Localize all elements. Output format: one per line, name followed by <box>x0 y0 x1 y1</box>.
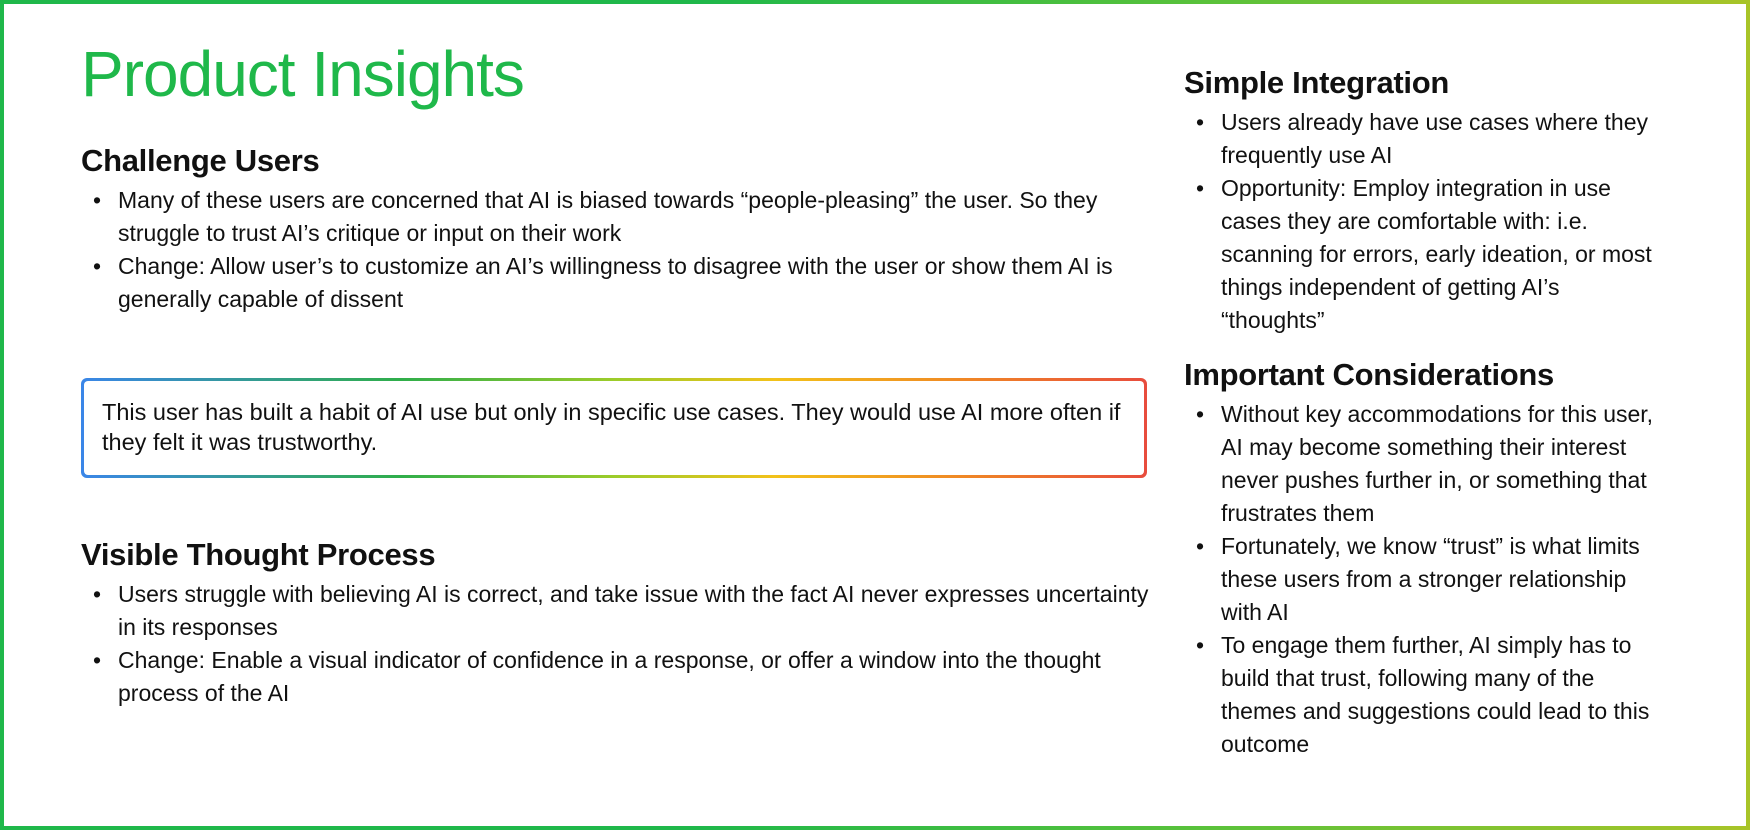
list-item: To engage them further, AI simply has to… <box>1196 629 1664 761</box>
list-item: Change: Enable a visual indicator of con… <box>93 644 1151 710</box>
slide-frame: Product Insights Challenge Users Many of… <box>0 0 1750 830</box>
list-item: Users struggle with believing AI is corr… <box>93 578 1151 644</box>
section-heading: Visible Thought Process <box>81 537 436 572</box>
list-item: Many of these users are concerned that A… <box>93 184 1151 250</box>
bullet-list: Many of these users are concerned that A… <box>81 184 1151 316</box>
section-simple-integration: Simple Integration Users already have us… <box>1184 64 1664 337</box>
list-item: Change: Allow user’s to customize an AI’… <box>93 250 1151 316</box>
section-important-considerations: Important Considerations Without key acc… <box>1184 356 1664 761</box>
section-heading: Challenge Users <box>81 143 320 178</box>
bullet-list: Without key accommodations for this user… <box>1184 398 1664 761</box>
section-heading: Simple Integration <box>1184 65 1450 100</box>
section-visible-thought-process: Visible Thought Process Users struggle w… <box>81 536 1151 710</box>
bullet-list: Users already have use cases where they … <box>1184 106 1664 337</box>
section-heading: Important Considerations <box>1184 357 1554 392</box>
callout-text: This user has built a habit of AI use bu… <box>84 381 1144 475</box>
callout-box: This user has built a habit of AI use bu… <box>81 378 1147 478</box>
slide: Product Insights Challenge Users Many of… <box>4 4 1746 826</box>
section-challenge-users: Challenge Users Many of these users are … <box>81 142 1151 316</box>
page-title: Product Insights <box>81 38 525 110</box>
list-item: Opportunity: Employ integration in use c… <box>1196 172 1664 337</box>
bullet-list: Users struggle with believing AI is corr… <box>81 578 1151 710</box>
list-item: Fortunately, we know “trust” is what lim… <box>1196 530 1664 629</box>
list-item: Without key accommodations for this user… <box>1196 398 1664 530</box>
list-item: Users already have use cases where they … <box>1196 106 1664 172</box>
